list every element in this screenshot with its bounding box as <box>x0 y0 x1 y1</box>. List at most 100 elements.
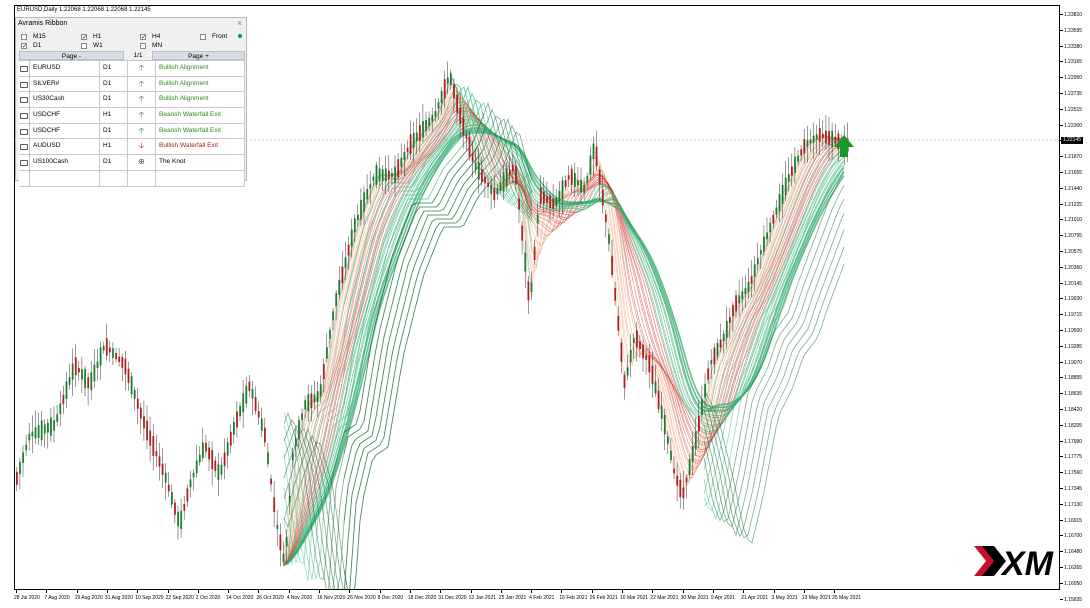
folder-icon[interactable] <box>20 66 28 72</box>
symbol-header: EURUSD,Daily 1.22068 1.22068 1.22068 1.2… <box>17 7 151 13</box>
candle-body <box>62 394 65 405</box>
row-icon-cell[interactable] <box>19 92 29 107</box>
folder-icon[interactable] <box>20 160 28 167</box>
checkbox[interactable]: ✓ <box>81 33 87 41</box>
candle-body <box>87 377 90 389</box>
price-axis[interactable]: 1.23810 1.23595 1.23380 1.23165 1.22950 1.227… <box>1060 5 1090 603</box>
signal-cell: The Knot <box>155 155 245 170</box>
folder-icon[interactable] <box>20 144 28 151</box>
row-icon-cell[interactable] <box>19 108 29 123</box>
candle-body <box>347 244 350 256</box>
candle-body <box>143 416 145 429</box>
timeframe-toggle-m15[interactable]: M15 <box>21 33 46 40</box>
checkbox[interactable] <box>81 42 87 49</box>
timeframe-label: MN <box>152 42 163 49</box>
candle-body <box>217 464 220 480</box>
row-icon-cell[interactable] <box>19 77 29 92</box>
timeframe-toggle-h1[interactable]: ✓ H1 <box>81 33 101 41</box>
candle-body <box>264 427 266 443</box>
folder-icon[interactable] <box>20 81 28 88</box>
candle-body <box>406 147 409 152</box>
checkbox[interactable]: ✓ <box>21 42 27 50</box>
candle-body <box>43 424 46 434</box>
candle-body <box>620 342 623 362</box>
candle-body <box>177 511 179 527</box>
price-tick-label: 1.23810 <box>1064 12 1083 18</box>
symbol-cell: EURUSD <box>29 61 99 76</box>
timeframe-toggle-front[interactable]: Front <box>200 33 227 40</box>
table-row[interactable]: SILVER# D1 🡡 Bullish Alignment <box>19 75 245 92</box>
candle-body <box>130 376 133 395</box>
checkbox[interactable] <box>200 33 206 40</box>
time-tick-mark <box>440 590 442 593</box>
timeframe-toggle-w1[interactable]: W1 <box>81 42 103 49</box>
price-tick-label: 1.21010 <box>1064 217 1083 224</box>
ribbon-line <box>283 169 485 590</box>
row-icon-cell[interactable] <box>19 139 29 154</box>
candle-body <box>611 256 613 275</box>
ribbon-line <box>343 131 533 590</box>
price-tick-mark <box>1060 314 1063 316</box>
time-tick-label: 4 Nov 2020 <box>286 595 313 601</box>
candle-body <box>543 191 545 204</box>
checkbox[interactable] <box>140 42 146 49</box>
candle-body <box>136 398 139 409</box>
row-icon-cell[interactable] <box>19 61 29 76</box>
candle-body <box>236 411 238 428</box>
logo-text: XM <box>1000 545 1054 580</box>
signal-table: EURUSD D1 🡡 Bullish Alignment SILVER# D1 🡡 Bull… <box>19 60 245 187</box>
table-row[interactable]: EURUSD D1 🡡 Bullish Alignment <box>19 60 245 76</box>
folder-icon[interactable] <box>20 97 28 104</box>
timeframe-label: Front <box>212 33 228 40</box>
price-tick-label: 1.21440 <box>1064 185 1083 192</box>
candle-body <box>459 107 462 125</box>
time-axis[interactable]: 28 Jul 2020 7 Aug 2020 19 Aug 2020 31 Aug 2… <box>14 590 1060 608</box>
table-row[interactable]: USDCHF D1 🡡 Bearish Waterfall Exit <box>19 122 245 139</box>
folder-icon[interactable] <box>20 128 28 135</box>
table-row[interactable]: USDCHF H1 🡡 Bearish Waterfall Exit <box>19 107 245 123</box>
timeframe-toggle-h4[interactable]: ✓ H4 <box>140 33 160 41</box>
candle-body <box>146 420 148 441</box>
candle-body <box>648 355 651 373</box>
table-row[interactable] <box>19 169 245 187</box>
row-icon-cell[interactable] <box>19 171 29 186</box>
price-tick-label: 1.17345 <box>1064 486 1083 492</box>
price-tick-mark <box>1060 108 1063 110</box>
checkbox[interactable]: ✓ <box>140 33 146 41</box>
price-tick-mark <box>1060 29 1063 31</box>
current-price-badge: 1.22145 <box>1061 137 1083 144</box>
table-row[interactable]: AUDUSD H1 🡣 Bullish Waterfall Exit <box>19 138 245 155</box>
avramis-ribbon-panel[interactable]: Avramis Ribbon × M15 ✓ H1 ✓ H4 Front ✓ D1 W1 MN P… <box>15 17 247 187</box>
timeframe-toggle-mn[interactable]: MN <box>140 42 162 49</box>
status-indicator-dot-icon <box>238 34 242 38</box>
close-icon[interactable]: × <box>237 19 242 28</box>
candle-body <box>642 344 644 359</box>
row-icon-cell[interactable] <box>19 155 29 170</box>
candle-body <box>533 246 536 260</box>
price-tick-label: 1.18635 <box>1064 391 1083 398</box>
candle-body <box>109 347 111 353</box>
candle-body <box>81 369 83 380</box>
table-row[interactable]: US100Cash D1 ⊕ The Knot <box>19 154 245 170</box>
page-prev-button[interactable]: Page - <box>19 51 124 60</box>
candle-body <box>815 134 818 140</box>
candle-body <box>437 102 440 109</box>
candle-body <box>564 180 567 188</box>
candle-body <box>570 168 573 185</box>
timeframe-cell <box>99 170 127 186</box>
time-tick-mark <box>561 590 563 593</box>
time-tick-mark <box>409 590 411 593</box>
row-icon-cell[interactable] <box>19 124 29 139</box>
time-tick-label: 16 Nov 2020 <box>317 595 346 601</box>
candle-body <box>574 173 576 187</box>
folder-icon[interactable] <box>20 113 28 120</box>
timeframe-toggle-d1[interactable]: ✓ D1 <box>21 42 41 50</box>
table-row[interactable]: US30Cash D1 🡡 Bullish Alignment <box>19 91 245 108</box>
checkbox[interactable] <box>21 33 27 40</box>
time-tick-mark <box>288 590 290 593</box>
time-tick-mark <box>622 590 623 593</box>
candle-body <box>667 436 669 444</box>
candle-body <box>787 174 790 182</box>
page-next-button[interactable]: Page + <box>152 51 245 60</box>
candle-body <box>828 130 830 146</box>
